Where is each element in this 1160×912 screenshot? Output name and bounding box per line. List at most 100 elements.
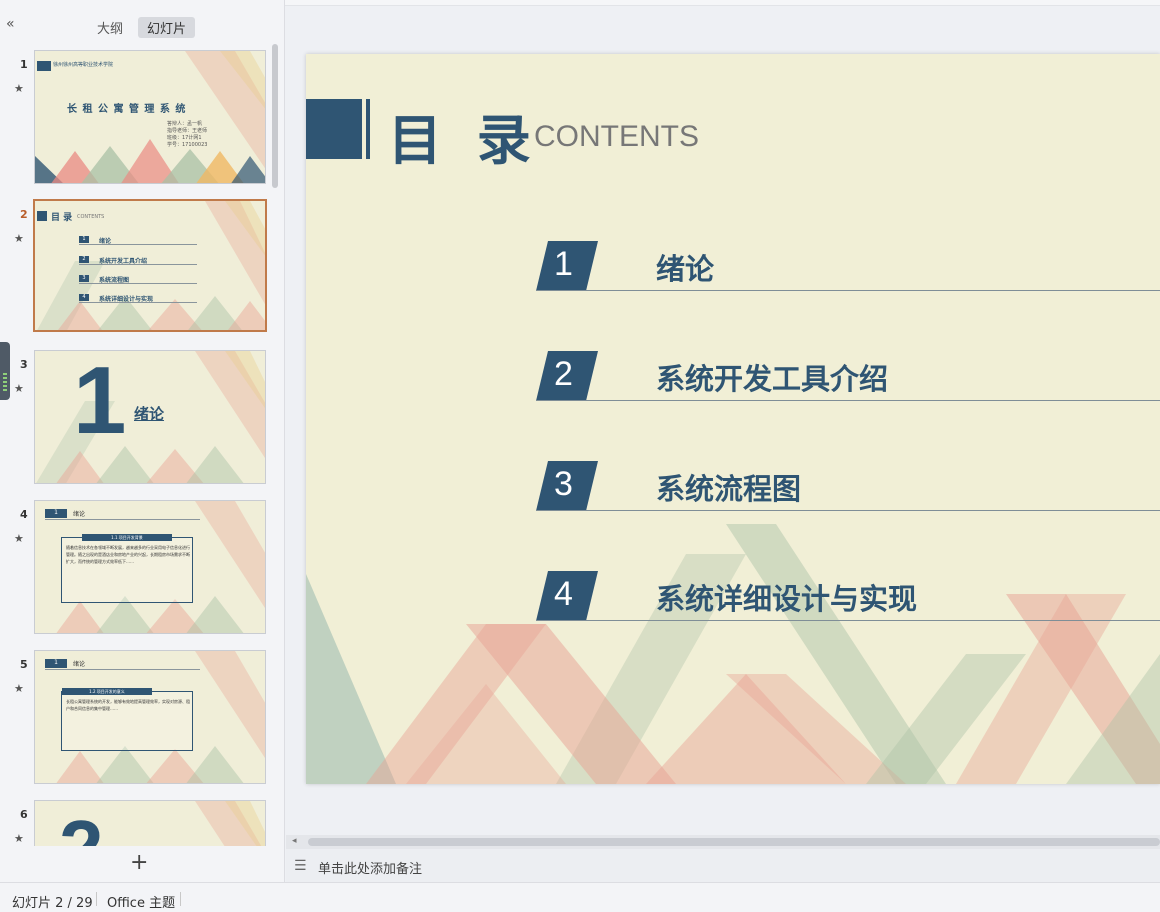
theme-name[interactable]: Office 主题 bbox=[107, 892, 175, 911]
thumbnail-row-2: 2 ★ 目 录 CONTENTS 1 绪论 2 系统开发工具介绍 3 系统流程图… bbox=[0, 196, 285, 336]
thumbnail-row-3: 3 ★ 1 绪论 bbox=[0, 346, 285, 486]
toc-line bbox=[79, 244, 197, 245]
toc-number: 1 bbox=[79, 236, 89, 243]
animation-star-icon[interactable]: ★ bbox=[14, 382, 24, 395]
logo-block bbox=[37, 61, 51, 71]
title-accent-block bbox=[306, 99, 362, 159]
current-slide[interactable]: 目 录 CONTENTS 1 绪论 2 系统开发工具介绍 3 系统流程图 4 系… bbox=[306, 54, 1160, 784]
info-line: 学号：17100023 bbox=[167, 142, 208, 148]
box-text: 长租公寓管理系统的开发，能够有效地提高管理效率，实现对房源、租户和合同信息的集中… bbox=[66, 699, 190, 711]
toc-underline bbox=[536, 510, 1160, 511]
section-heading: 绪论 bbox=[134, 405, 165, 423]
slide-counter: 幻灯片 2 / 29 bbox=[12, 896, 93, 911]
info-line: 答辩人：孟一帆 bbox=[167, 121, 203, 127]
toc-text: 绪论 bbox=[656, 252, 715, 286]
toc-line bbox=[79, 264, 197, 265]
notes-pane[interactable]: ☰ 单击此处添加备注 bbox=[286, 849, 1160, 882]
toc-number: 2 bbox=[554, 355, 573, 393]
toc-number-wrap: 2 bbox=[536, 351, 598, 401]
slide-number: 1 bbox=[20, 58, 28, 71]
toc-underline bbox=[536, 620, 1160, 621]
toc-number: 2 bbox=[79, 256, 89, 263]
box-title: 1.1 项目开发背景 bbox=[82, 534, 172, 541]
thumb-title-en: CONTENTS bbox=[77, 214, 105, 220]
toc-number-wrap: 3 bbox=[536, 461, 598, 511]
slide-number: 6 bbox=[20, 808, 28, 821]
section-big-number: 1 bbox=[73, 350, 127, 454]
tab-outline[interactable]: 大纲 bbox=[88, 17, 132, 38]
toc-number-wrap: 1 bbox=[536, 241, 598, 291]
box-title: 1.2 项目开发的意义 bbox=[62, 688, 152, 695]
thumbnail-row-6: 6 ★ 2 bbox=[0, 796, 285, 846]
slides-panel: « 大纲 幻灯片 1 ★ 徐州徐州高等职业技术学院 长 租 公 寓 管 理 系 … bbox=[0, 0, 285, 882]
slide-thumbnail-5[interactable]: 1 绪论 1.2 项目开发的意义 长租公寓管理系统的开发，能够有效地提高管理效率… bbox=[34, 650, 266, 784]
scroll-left-icon[interactable]: ◂ bbox=[292, 836, 297, 846]
animation-star-icon[interactable]: ★ bbox=[14, 82, 24, 95]
toc-underline bbox=[536, 400, 1160, 401]
thumbnail-row-5: 5 ★ 1 绪论 1.2 项目开发的意义 长租公寓管理系统的开发，能够有效地提高… bbox=[0, 646, 285, 786]
toc-number: 4 bbox=[79, 294, 89, 301]
thumb-title-cn: 目 录 bbox=[51, 213, 73, 223]
toc-text: 系统开发工具介绍 bbox=[656, 362, 889, 396]
toc-item-3: 3 系统流程图 bbox=[536, 461, 1160, 513]
toc-number-wrap: 4 bbox=[536, 571, 598, 621]
horizontal-scroll-thumb[interactable] bbox=[308, 838, 1160, 846]
status-divider bbox=[96, 892, 97, 906]
section-line bbox=[45, 669, 200, 670]
info-line: 班级：17计网1 bbox=[167, 135, 202, 141]
toc-line bbox=[79, 283, 197, 284]
status-divider bbox=[180, 892, 181, 906]
thumbnail-row-4: 4 ★ 1 绪论 1.1 项目开发背景 随着信息技术在各领域不断发展，越来越多的… bbox=[0, 496, 285, 636]
side-handle[interactable] bbox=[0, 342, 10, 400]
content-box: 1.2 项目开发的意义 长租公寓管理系统的开发，能够有效地提高管理效率，实现对房… bbox=[61, 688, 193, 751]
info-line: 指导老师：王老师 bbox=[167, 128, 208, 134]
tab-slides[interactable]: 幻灯片 bbox=[138, 17, 196, 38]
toc-line bbox=[79, 302, 197, 303]
title-block bbox=[37, 211, 47, 221]
thumb-toc: 1 绪论 2 系统开发工具介绍 3 系统流程图 4 系统详细设计与实现 bbox=[79, 236, 197, 316]
slide-thumbnail-3[interactable]: 1 绪论 bbox=[34, 350, 266, 484]
section-title: 绪论 bbox=[73, 511, 86, 518]
slide-thumbnail-4[interactable]: 1 绪论 1.1 项目开发背景 随着信息技术在各领域不断发展，越来越多的行业采用… bbox=[34, 500, 266, 634]
thumbnail-list: 1 ★ 徐州徐州高等职业技术学院 长 租 公 寓 管 理 系 统 答辩人：孟一帆… bbox=[0, 46, 285, 846]
animation-star-icon[interactable]: ★ bbox=[14, 532, 24, 545]
notes-placeholder[interactable]: 单击此处添加备注 bbox=[318, 858, 422, 877]
toc-item-1: 1 绪论 bbox=[536, 241, 1160, 293]
section-big-number: 2 bbox=[59, 809, 104, 847]
slide-subtitle: CONTENTS bbox=[534, 120, 699, 153]
thumb-title: 长 租 公 寓 管 理 系 统 bbox=[67, 104, 187, 115]
toc-underline bbox=[536, 290, 1160, 291]
slide-editor: 目 录 CONTENTS 1 绪论 2 系统开发工具介绍 3 系统流程图 4 系… bbox=[286, 8, 1160, 882]
presentation-editor: « 大纲 幻灯片 1 ★ 徐州徐州高等职业技术学院 长 租 公 寓 管 理 系 … bbox=[0, 0, 1160, 912]
slide-title: 目 录 bbox=[388, 108, 539, 172]
box-text: 随着信息技术在各领域不断发展，越来越多的行业采用电子信息化进行管理。随之出现的是… bbox=[66, 545, 190, 564]
horizontal-scrollbar[interactable]: ◂ bbox=[286, 835, 1160, 849]
add-slide-button[interactable]: + bbox=[130, 850, 148, 875]
collapse-panel-icon[interactable]: « bbox=[6, 16, 15, 32]
toc-item-2: 2 系统开发工具介绍 bbox=[536, 351, 1160, 403]
thumbnail-scrollbar[interactable] bbox=[272, 44, 278, 188]
thumbnail-background bbox=[35, 51, 265, 183]
slide-number: 4 bbox=[20, 508, 28, 521]
toc-text: 系统详细设计与实现 bbox=[656, 582, 918, 616]
toc-text: 系统流程图 bbox=[656, 472, 802, 506]
status-bar: 幻灯片 2 / 29 Office 主题 bbox=[0, 882, 1160, 912]
slide-number: 5 bbox=[20, 658, 28, 671]
toc-item-4: 4 系统详细设计与实现 bbox=[536, 571, 1160, 623]
panel-header: « 大纲 幻灯片 bbox=[0, 0, 285, 40]
slide-thumbnail-2[interactable]: 目 录 CONTENTS 1 绪论 2 系统开发工具介绍 3 系统流程图 4 系… bbox=[33, 199, 267, 332]
panel-tabs: 大纲 幻灯片 bbox=[88, 17, 196, 38]
animation-star-icon[interactable]: ★ bbox=[14, 682, 24, 695]
thumbnail-row-1: 1 ★ 徐州徐州高等职业技术学院 长 租 公 寓 管 理 系 统 答辩人：孟一帆… bbox=[0, 46, 285, 186]
section-number: 1 bbox=[45, 509, 67, 518]
animation-star-icon[interactable]: ★ bbox=[14, 832, 24, 845]
toc-number: 4 bbox=[554, 575, 573, 613]
slide-number: 2 bbox=[20, 208, 28, 221]
slide-thumbnail-1[interactable]: 徐州徐州高等职业技术学院 长 租 公 寓 管 理 系 统 答辩人：孟一帆 指导老… bbox=[34, 50, 266, 184]
school-name: 徐州徐州高等职业技术学院 bbox=[53, 62, 114, 68]
content-box: 1.1 项目开发背景 随着信息技术在各领域不断发展，越来越多的行业采用电子信息化… bbox=[61, 534, 193, 603]
toc-number: 3 bbox=[79, 275, 89, 282]
title-accent-bar bbox=[366, 99, 370, 159]
slide-thumbnail-6[interactable]: 2 bbox=[34, 800, 266, 846]
animation-star-icon[interactable]: ★ bbox=[14, 232, 24, 245]
